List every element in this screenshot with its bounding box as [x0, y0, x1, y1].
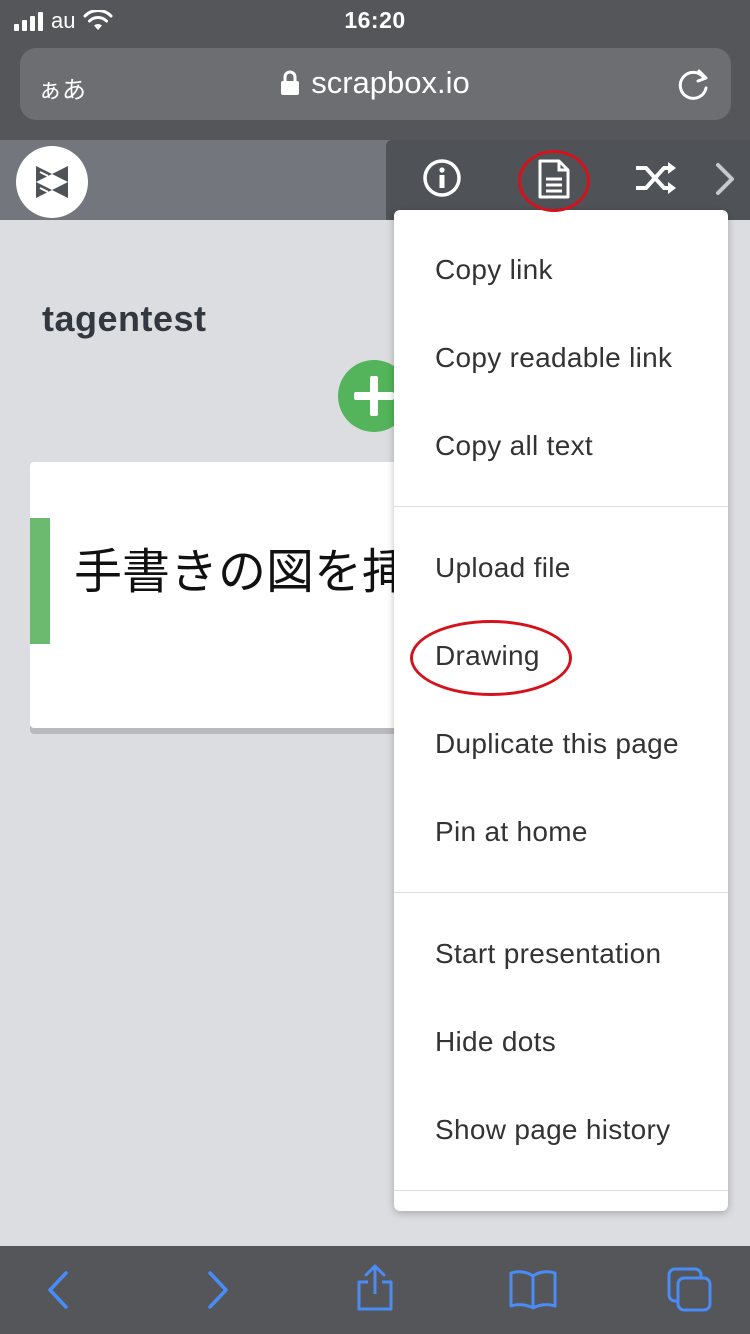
forward-icon[interactable]: [204, 1270, 232, 1310]
share-icon[interactable]: [355, 1264, 395, 1312]
info-icon[interactable]: [422, 158, 462, 198]
menu-item-upload-file[interactable]: Upload file: [435, 552, 571, 584]
menu-item-hide-dots[interactable]: Hide dots: [435, 1026, 556, 1058]
status-bar: au 16:20: [0, 0, 750, 40]
back-icon[interactable]: [44, 1270, 72, 1310]
random-jump-icon[interactable]: [634, 158, 678, 198]
menu-item-start-presentation[interactable]: Start presentation: [435, 938, 661, 970]
card-accent-bar: [30, 518, 50, 644]
project-title[interactable]: tagentest: [42, 298, 207, 340]
menu-divider: [394, 1190, 728, 1191]
tabs-icon[interactable]: [666, 1266, 714, 1314]
scrapbox-logo[interactable]: [16, 146, 88, 218]
card-title: 手書きの図を挿: [74, 544, 411, 600]
bookmarks-icon[interactable]: [508, 1268, 558, 1310]
menu-item-copy-link[interactable]: Copy link: [435, 254, 553, 286]
annotation-circle-drawing: [410, 620, 572, 696]
page-card[interactable]: 手書きの図を挿: [30, 462, 450, 728]
menu-item-duplicate-page[interactable]: Duplicate this page: [435, 728, 679, 760]
chevron-right-icon[interactable]: [714, 162, 736, 196]
browser-url-area: ぁあ scrapbox.io: [0, 40, 750, 140]
menu-divider: [394, 506, 728, 507]
browser-bottom-toolbar: [0, 1246, 750, 1334]
menu-divider: [394, 892, 728, 893]
menu-item-pin-at-home[interactable]: Pin at home: [435, 816, 588, 848]
menu-item-copy-readable-link[interactable]: Copy readable link: [435, 342, 672, 374]
url-display[interactable]: scrapbox.io: [20, 65, 731, 101]
page-menu-dropdown: Copy link Copy readable link Copy all te…: [394, 210, 728, 1211]
menu-item-copy-all-text[interactable]: Copy all text: [435, 430, 593, 462]
lock-icon: [281, 70, 300, 95]
annotation-circle-page-menu: [518, 150, 590, 212]
status-time: 16:20: [344, 7, 406, 33]
reload-icon[interactable]: [677, 66, 711, 102]
menu-item-show-page-history[interactable]: Show page history: [435, 1114, 670, 1146]
url-text: scrapbox.io: [311, 65, 470, 100]
scrapbox-logo-icon: [36, 166, 68, 198]
address-bar[interactable]: ぁあ scrapbox.io: [20, 48, 731, 120]
